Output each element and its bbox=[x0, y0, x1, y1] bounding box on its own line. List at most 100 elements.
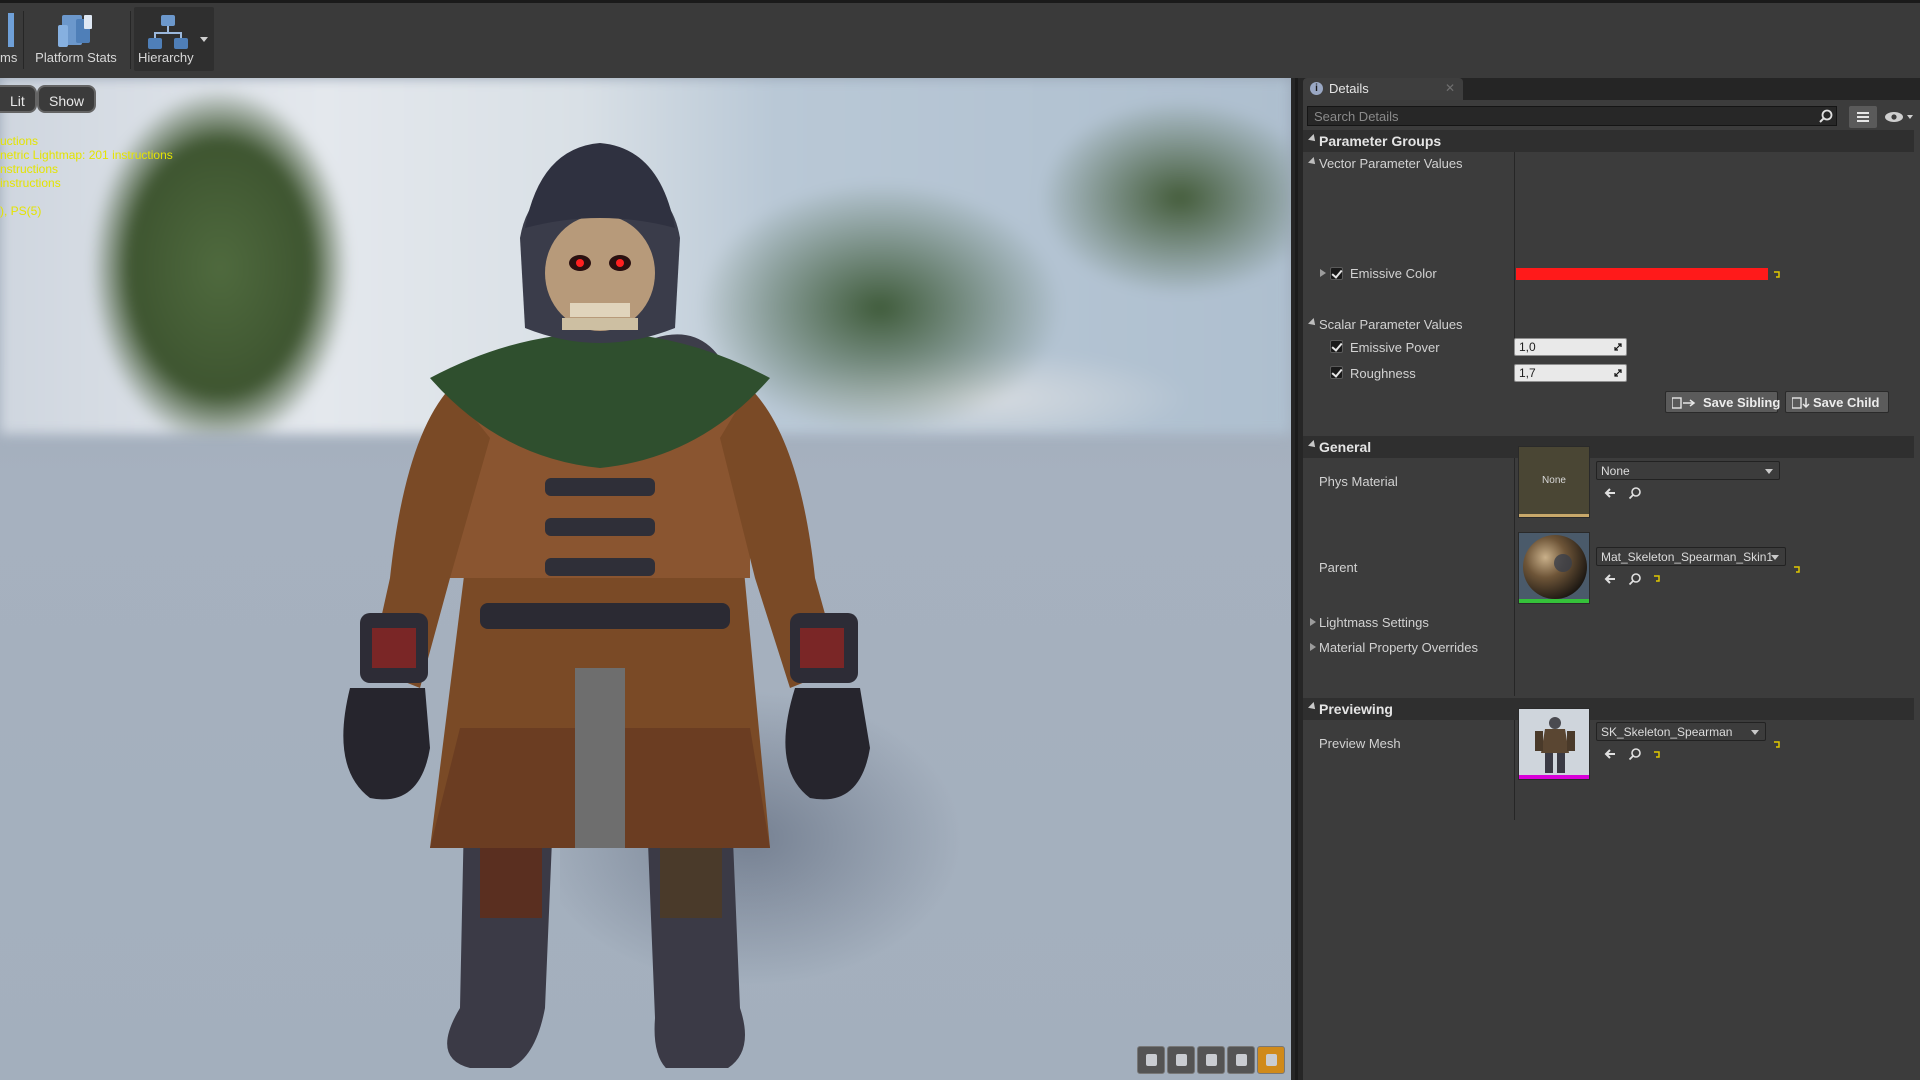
roughness-checkbox[interactable] bbox=[1330, 366, 1343, 379]
phys-material-thumbnail[interactable]: None bbox=[1518, 446, 1590, 518]
emissive-power-checkbox[interactable] bbox=[1330, 340, 1343, 353]
collapse-arrow-icon[interactable] bbox=[1308, 318, 1318, 328]
spin-icon[interactable] bbox=[1613, 368, 1623, 378]
collapse-arrow-icon bbox=[1308, 702, 1318, 712]
parent-material-thumbnail[interactable] bbox=[1518, 532, 1590, 604]
emissive-color-swatch[interactable] bbox=[1516, 268, 1768, 280]
save-child-button[interactable]: Save Child bbox=[1785, 391, 1889, 413]
cube-preview-icon[interactable] bbox=[1227, 1046, 1255, 1074]
parent-material-value: Mat_Skeleton_Spearman_Skin1 bbox=[1601, 550, 1774, 564]
expand-arrow-icon[interactable] bbox=[1310, 618, 1316, 626]
toolbar-separator bbox=[23, 11, 24, 69]
stats-line: nstructions bbox=[0, 162, 59, 176]
lightmass-settings-label[interactable]: Lightmass Settings bbox=[1319, 615, 1429, 630]
roughness-value: 1,7 bbox=[1519, 366, 1536, 380]
emissive-color-checkbox[interactable] bbox=[1330, 267, 1343, 280]
stats-overlay: uctions netric Lightmap: 201 instruction… bbox=[0, 134, 173, 218]
preview-mesh-label: Preview Mesh bbox=[1319, 736, 1401, 751]
reset-to-default-icon[interactable] bbox=[1793, 565, 1801, 573]
details-panel: i Details ✕ Search Details Parameter Gro… bbox=[1303, 78, 1920, 1080]
stats-line bbox=[0, 190, 173, 204]
collapse-arrow-icon bbox=[1308, 440, 1318, 450]
use-selected-arrow-icon[interactable] bbox=[1603, 572, 1617, 586]
column-divider[interactable] bbox=[1514, 720, 1515, 820]
use-selected-arrow-icon[interactable] bbox=[1603, 747, 1617, 761]
collapse-arrow-icon bbox=[1308, 134, 1318, 144]
search-details-input[interactable] bbox=[1307, 106, 1837, 126]
view-options-button[interactable] bbox=[1849, 106, 1877, 128]
sphere-preview-icon[interactable] bbox=[1167, 1046, 1195, 1074]
expand-arrow-icon[interactable] bbox=[1310, 643, 1316, 651]
stats-line: netric Lightmap: 201 instructions bbox=[0, 148, 173, 162]
emissive-power-field[interactable]: 1,0 bbox=[1514, 338, 1627, 356]
parent-label: Parent bbox=[1319, 560, 1358, 575]
collapse-arrow-icon[interactable] bbox=[1308, 157, 1318, 167]
skeleton-spearman-character bbox=[343, 143, 870, 1068]
roughness-field[interactable]: 1,7 bbox=[1514, 364, 1627, 382]
preview-mesh-thumbnail[interactable] bbox=[1518, 708, 1590, 780]
browse-search-icon[interactable] bbox=[1628, 747, 1642, 761]
toolbar: ms Platform Stats Hierarchy bbox=[0, 0, 1920, 78]
scalar-parameter-values-label[interactable]: Scalar Parameter Values bbox=[1319, 317, 1463, 332]
close-icon[interactable]: ✕ bbox=[1445, 81, 1455, 95]
column-divider[interactable] bbox=[1514, 152, 1515, 343]
phys-material-combo[interactable]: None bbox=[1596, 461, 1780, 480]
use-selected-arrow-icon[interactable] bbox=[1603, 486, 1617, 500]
spin-icon[interactable] bbox=[1613, 342, 1623, 352]
preview-shape-toolbar bbox=[1137, 1046, 1285, 1074]
hierarchy-label: Hierarchy bbox=[138, 50, 194, 65]
viewport[interactable]: Lit Show uctions netric Lightmap: 201 in… bbox=[0, 78, 1291, 1080]
save-sibling-button[interactable]: Save Sibling bbox=[1665, 391, 1780, 413]
info-icon: i bbox=[1310, 82, 1323, 95]
tab-details[interactable]: i Details ✕ bbox=[1303, 78, 1463, 100]
platform-stats-button[interactable]: Platform Stats bbox=[28, 7, 124, 71]
cylinder-preview-icon[interactable] bbox=[1137, 1046, 1165, 1074]
hierarchy-button[interactable]: Hierarchy bbox=[134, 7, 214, 71]
lit-label: Lit bbox=[10, 93, 25, 109]
lit-view-mode-button[interactable]: Lit bbox=[0, 85, 37, 113]
phys-material-value: None bbox=[1601, 464, 1630, 478]
preview-mesh-combo[interactable]: SK_Skeleton_Spearman bbox=[1596, 722, 1766, 741]
browse-search-icon[interactable] bbox=[1628, 572, 1642, 586]
material-property-overrides-label[interactable]: Material Property Overrides bbox=[1319, 640, 1478, 655]
custom-mesh-preview-icon[interactable] bbox=[1257, 1046, 1285, 1074]
panel-icon bbox=[8, 13, 16, 54]
reset-to-default-icon[interactable] bbox=[1773, 740, 1781, 748]
dropdown-arrow-icon bbox=[1765, 469, 1773, 474]
details-body: Parameter Groups Vector Parameter Values… bbox=[1303, 100, 1920, 1080]
stats-line: ), PS(5) bbox=[0, 204, 42, 218]
tab-details-label: Details bbox=[1329, 81, 1369, 96]
emissive-color-label: Emissive Color bbox=[1350, 266, 1437, 281]
reset-to-default-icon[interactable] bbox=[1773, 270, 1781, 278]
emissive-power-value: 1,0 bbox=[1519, 340, 1536, 354]
previewing-header[interactable]: Previewing bbox=[1303, 698, 1914, 720]
dropdown-arrow-icon bbox=[1771, 555, 1779, 560]
browse-search-icon[interactable] bbox=[1628, 486, 1642, 500]
column-divider[interactable] bbox=[1514, 458, 1515, 696]
reset-to-default-icon[interactable] bbox=[1653, 750, 1661, 758]
panel-splitter[interactable] bbox=[1291, 78, 1303, 1080]
save-child-icon bbox=[1792, 397, 1810, 409]
skeleton-mesh-preview bbox=[1519, 709, 1589, 777]
search-row bbox=[1307, 106, 1916, 128]
parameter-groups-title: Parameter Groups bbox=[1319, 133, 1442, 149]
asset-type-bar bbox=[1519, 514, 1589, 517]
reset-to-default-icon[interactable] bbox=[1653, 574, 1661, 582]
visibility-filter-button[interactable] bbox=[1883, 108, 1916, 126]
parameter-groups-header[interactable]: Parameter Groups bbox=[1303, 130, 1914, 152]
toolbar-button-partial[interactable]: ms bbox=[0, 7, 20, 71]
general-title: General bbox=[1319, 439, 1372, 455]
general-header[interactable]: General bbox=[1303, 436, 1914, 458]
expand-arrow-icon[interactable] bbox=[1320, 269, 1326, 277]
plane-preview-icon[interactable] bbox=[1197, 1046, 1225, 1074]
hierarchy-dropdown-arrow-icon[interactable] bbox=[200, 37, 208, 42]
search-icon[interactable] bbox=[1819, 109, 1833, 123]
vector-parameter-values-label[interactable]: Vector Parameter Values bbox=[1319, 156, 1463, 171]
save-child-label: Save Child bbox=[1813, 395, 1880, 410]
stats-line: instructions bbox=[0, 176, 61, 190]
parent-material-combo[interactable]: Mat_Skeleton_Spearman_Skin1 bbox=[1596, 547, 1786, 566]
show-button[interactable]: Show bbox=[37, 85, 97, 113]
save-sibling-icon bbox=[1672, 397, 1696, 409]
stats-line: uctions bbox=[0, 134, 39, 148]
roughness-label: Roughness bbox=[1350, 366, 1416, 381]
